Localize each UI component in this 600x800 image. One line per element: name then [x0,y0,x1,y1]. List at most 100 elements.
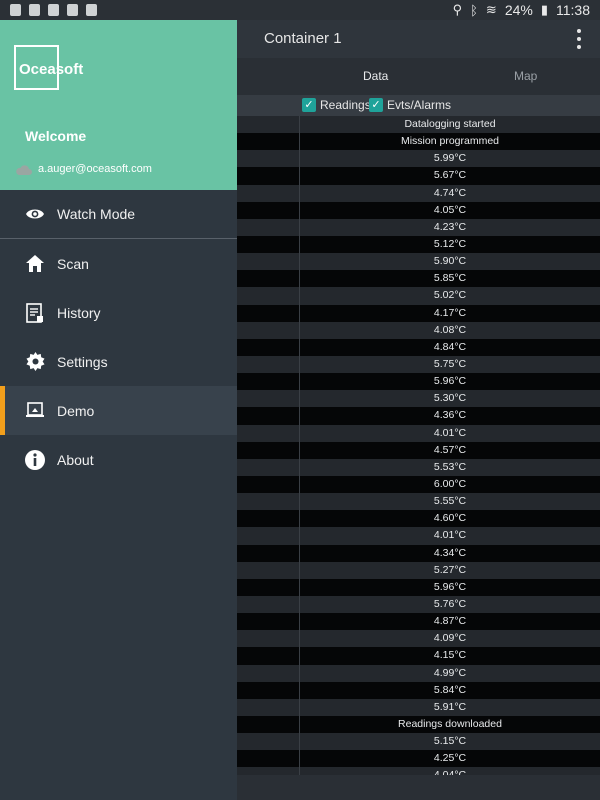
table-row[interactable]: 4.15°C [237,647,600,665]
row-value-cell: Mission programmed [400,135,500,148]
table-row[interactable]: 4.25°C [237,750,600,768]
table-row[interactable]: 5.90°C [237,253,600,271]
table-row[interactable]: 5.76°C [237,595,600,614]
table-row[interactable]: 4.84°C [237,338,600,356]
table-row[interactable]: 4.60°C [237,510,600,528]
table-row[interactable]: 4.99°C [237,664,600,682]
row-value-cell: 5.90°C [433,255,467,268]
table-row[interactable]: 5.27°C [237,561,600,579]
table-row[interactable]: 4.09°C [237,630,600,648]
drawer-item-settings[interactable]: Settings [0,337,237,386]
active-indicator [0,386,5,435]
table-row[interactable]: 5.84°C [237,681,600,699]
table-row[interactable]: 5.75°C [237,355,600,374]
row-timestamp-cell [237,201,300,219]
row-value-cell: 4.04°C [300,767,600,775]
row-timestamp-cell [237,133,300,151]
info-icon [25,449,45,470]
table-row[interactable]: 5.55°C [237,493,600,511]
table-row[interactable]: 4.05°C [237,201,600,219]
drawer-item-watch-mode[interactable]: Watch Mode [0,190,237,239]
app-root: ⚲ ᛒ ≋ 24% ▮ 11:38 Container 1 n Data Map… [0,0,600,800]
table-row[interactable]: Readings downloaded [237,715,600,734]
row-value-cell: 4.05°C [433,203,467,216]
table-row[interactable]: 4.01°C [237,527,600,545]
table-row[interactable]: 4.17°C [237,304,600,322]
row-timestamp-cell [237,544,300,562]
table-row[interactable]: 5.30°C [237,390,600,408]
row-timestamp-cell [237,458,300,476]
table-row[interactable]: 4.04°C [237,767,600,775]
table-row[interactable]: 4.23°C [237,218,600,236]
row-timestamp-cell [237,253,300,271]
row-value-cell: 4.17°C [433,306,467,319]
row-value-cell: 4.15°C [433,649,467,662]
row-value-cell: 4.09°C [433,632,467,645]
row-timestamp-cell [237,235,300,254]
keyboard-notification-icon [67,4,78,16]
row-value-cell: Datalogging started [404,118,496,130]
cloud-icon [16,165,32,175]
drawer-item-history[interactable]: History [0,288,237,337]
row-timestamp-cell [237,527,300,545]
table-row[interactable]: Datalogging started [237,116,600,134]
overflow-menu-icon[interactable] [576,29,582,49]
table-row[interactable]: 4.08°C [237,321,600,339]
row-value-cell: 4.99°C [433,666,467,679]
table-row[interactable]: 5.96°C [237,578,600,596]
row-value-cell: 5.75°C [433,357,467,370]
table-row[interactable]: Mission programmed [237,133,600,151]
row-value-cell: 4.34°C [433,546,467,559]
table-row[interactable]: 5.99°C [237,150,600,168]
row-timestamp-cell [237,698,300,716]
readings-checkbox[interactable]: ✓ Readings [302,98,371,112]
drawer-item-demo[interactable]: Demo [0,386,237,435]
table-row[interactable]: 5.85°C [237,270,600,288]
table-row[interactable]: 5.53°C [237,458,600,476]
table-row[interactable]: 5.67°C [237,167,600,185]
table-row[interactable]: 4.87°C [237,613,600,631]
readings-label: Readings [320,98,371,112]
table-row[interactable]: 4.34°C [237,544,600,562]
row-value-cell: 5.76°C [433,597,467,610]
row-value-cell: Readings downloaded [398,717,502,730]
bluetooth-icon: ᛒ [470,2,478,18]
drawer-item-about[interactable]: About [0,435,237,484]
table-row[interactable]: 4.36°C [237,407,600,425]
table-row[interactable]: 4.74°C [237,184,600,202]
row-timestamp-cell [237,493,300,511]
checkmark-icon: ✓ [302,98,316,112]
row-value-cell: 5.12°C [433,237,467,250]
table-row[interactable]: 5.12°C [237,235,600,254]
table-row[interactable]: 5.91°C [237,698,600,716]
logo-text: Oceasoft [19,61,84,78]
wifi-icon: ≋ [485,2,497,17]
drawer-header: Oceasoft Welcome a.auger@oceasoft.com [0,20,237,190]
table-row[interactable]: 5.02°C [237,287,600,305]
table-row[interactable]: 5.15°C [237,733,600,751]
row-timestamp-cell [237,664,300,682]
drawer-item-label: Demo [57,402,95,419]
row-timestamp-cell [237,287,300,305]
row-timestamp-cell [237,595,300,614]
row-timestamp-cell [237,407,300,425]
data-table[interactable]: Datalogging started Mission programmed 5.9… [237,116,600,775]
tab-map[interactable]: Map [514,69,537,83]
tab-data[interactable]: Data [363,69,388,83]
events-alarms-checkbox[interactable]: ✓ Evts/Alarms [369,98,451,112]
row-value-cell: 4.74°C [433,186,467,199]
drawer-item-scan[interactable]: Scan [0,239,237,288]
table-row[interactable]: 4.01°C [237,424,600,442]
row-timestamp-cell [237,270,300,288]
table-row[interactable]: 4.57°C [237,441,600,459]
row-value-cell: 5.99°C [433,152,467,165]
row-timestamp-cell [237,647,300,665]
eye-icon [25,204,45,224]
table-row[interactable]: 6.00°C [237,475,600,494]
row-value-cell: 5.96°C [433,580,467,593]
row-timestamp-cell [237,475,300,494]
table-row[interactable]: 5.96°C [237,373,600,391]
row-timestamp-cell [237,578,300,596]
checkmark-icon: ✓ [369,98,383,112]
row-value-cell: 4.87°C [433,615,467,628]
